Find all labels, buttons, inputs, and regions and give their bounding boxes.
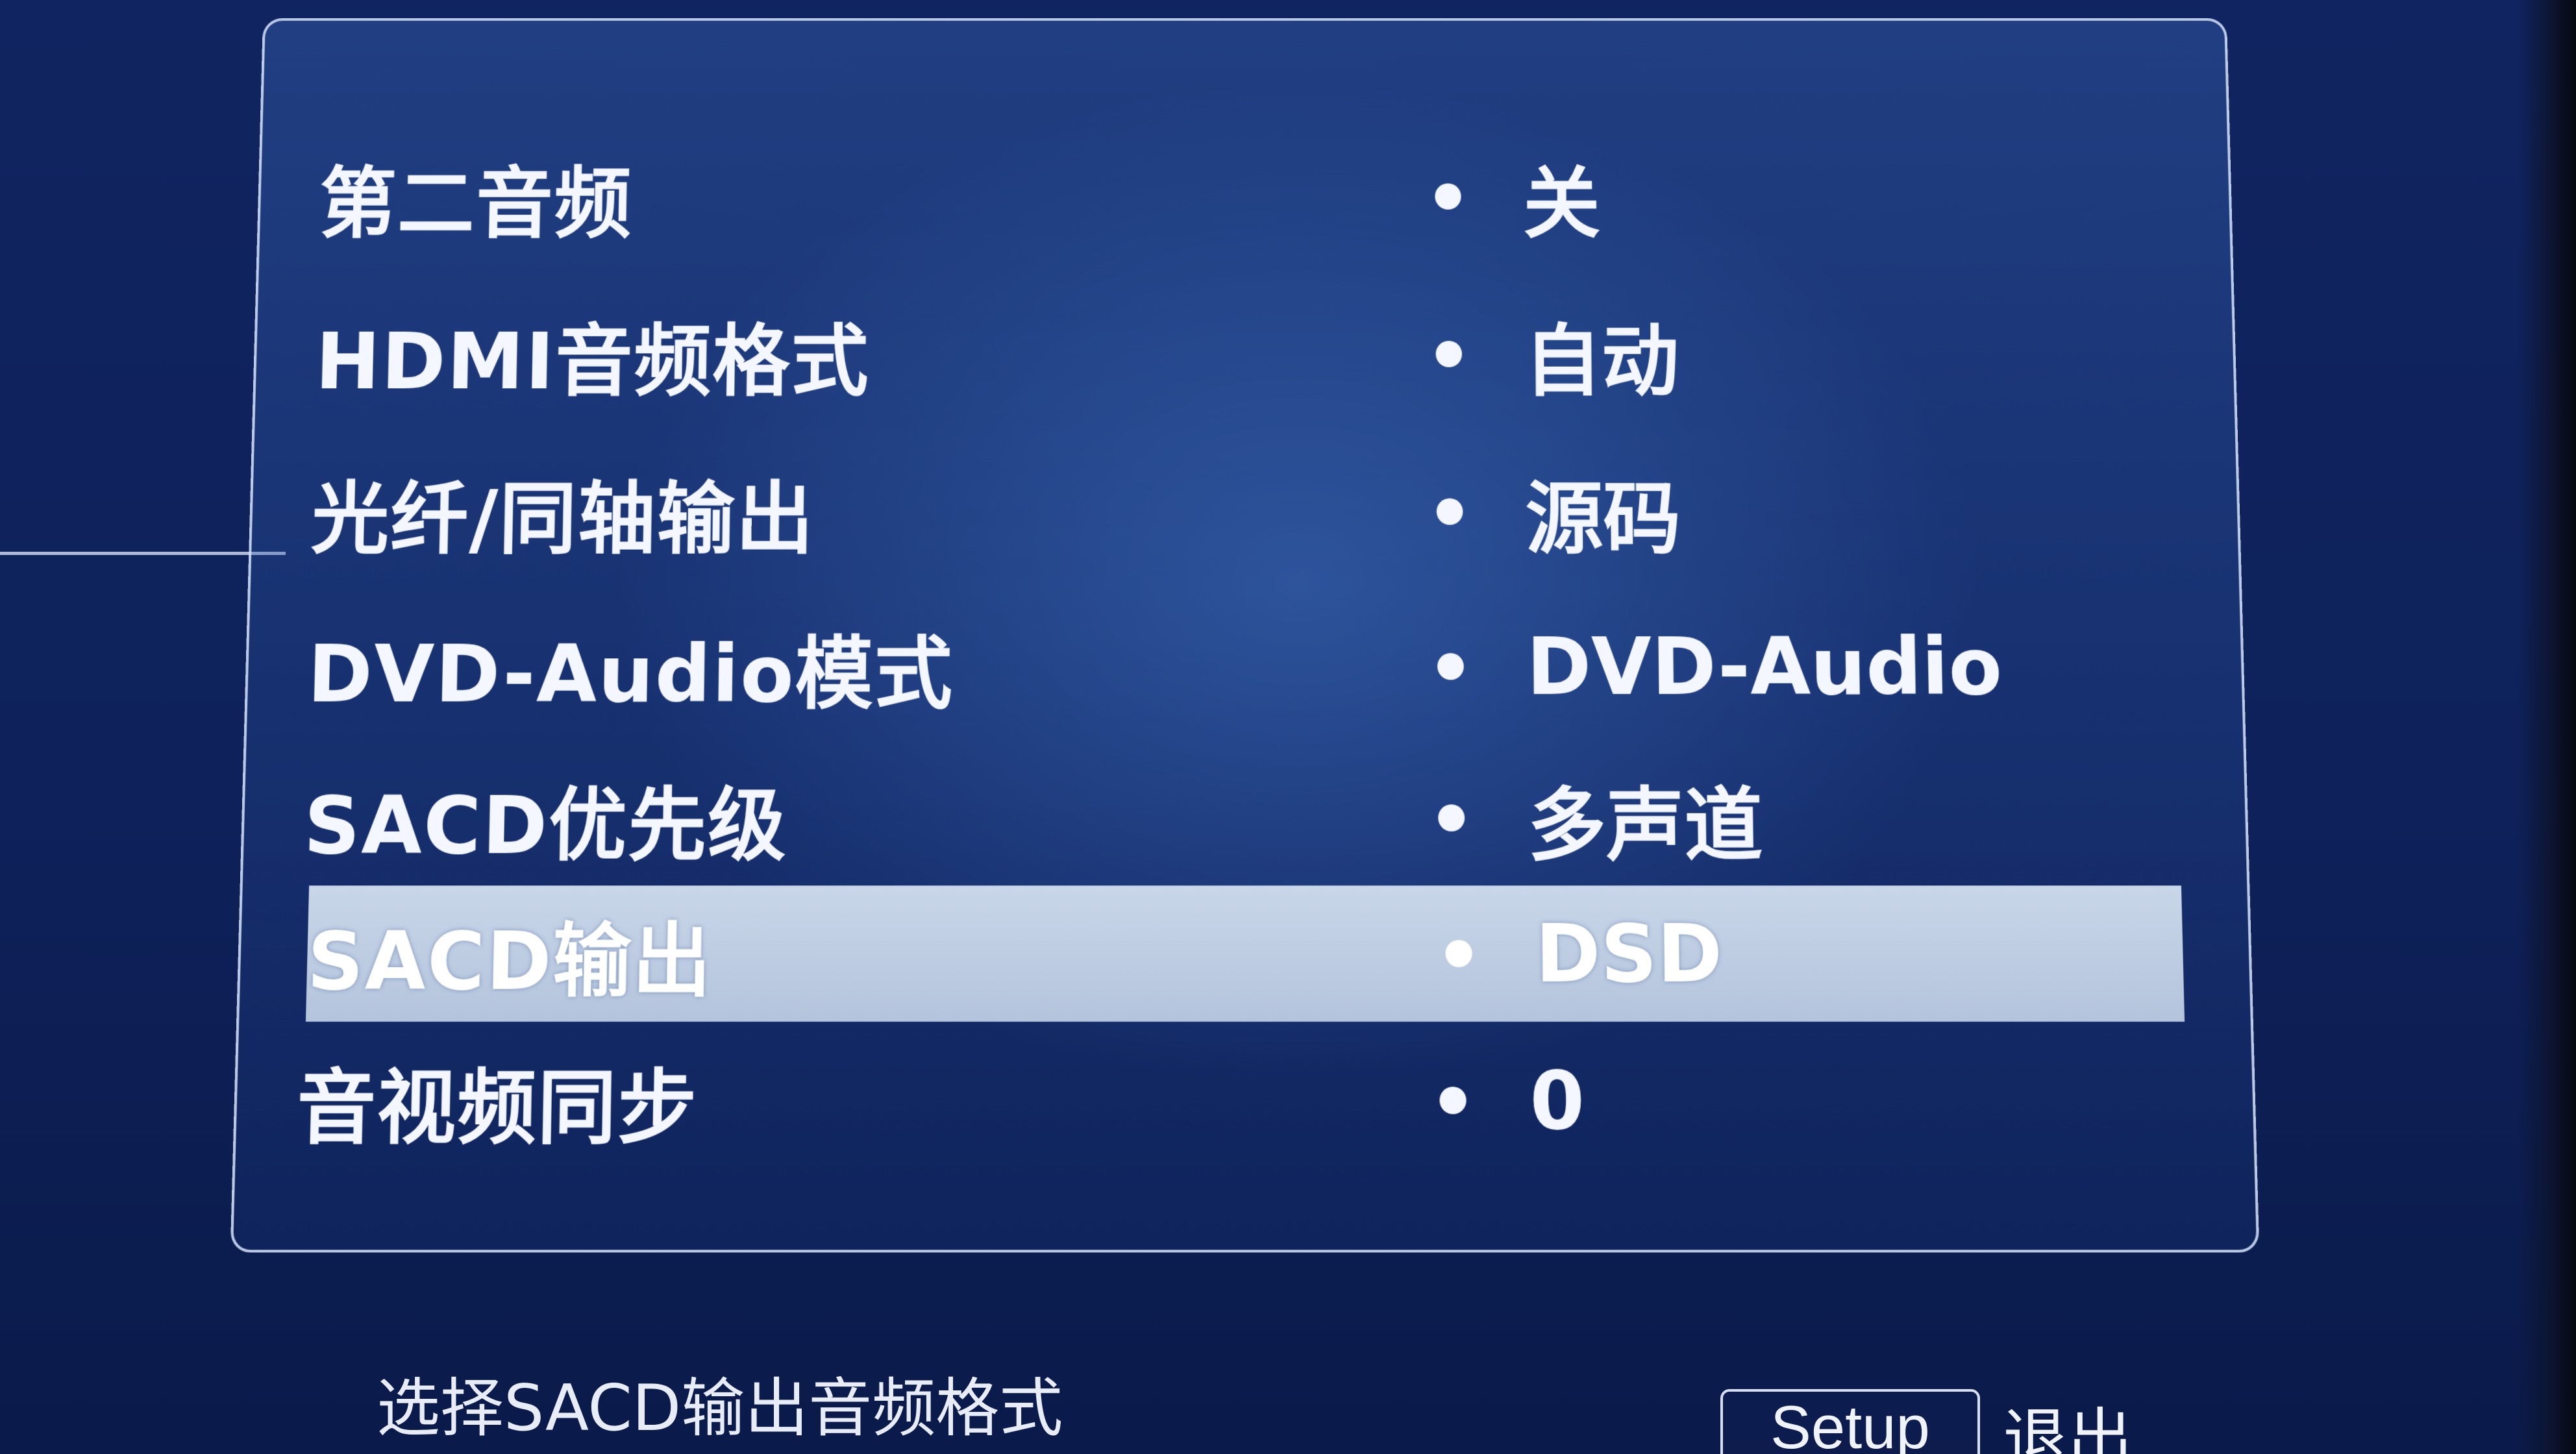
menu-row-value: 0 bbox=[1530, 1053, 1585, 1148]
menu-row-label: 光纤/同轴输出 bbox=[310, 455, 815, 569]
audio-settings-panel: 第二音频 关 HDMI音频格式 自动 光纤/同轴输出 源码 DVD-Audio模… bbox=[230, 18, 2260, 1253]
screen-bezel bbox=[2518, 0, 2576, 1454]
menu-row-label: DVD-Audio模式 bbox=[306, 610, 954, 724]
bullet-icon bbox=[1438, 804, 1465, 832]
menu-row-label: 第二音频 bbox=[318, 141, 634, 253]
menu-row-hdmi-audio-format[interactable]: HDMI音频格式 自动 bbox=[314, 288, 2181, 420]
bullet-icon bbox=[1436, 341, 1463, 367]
menu-row-value: DSD bbox=[1535, 907, 1722, 1001]
menu-row-label: SACD优先级 bbox=[303, 760, 788, 876]
menu-row-av-sync[interactable]: 音视频同步 0 bbox=[295, 1032, 2199, 1169]
setup-screen: 第二音频 关 HDMI音频格式 自动 光纤/同轴输出 源码 DVD-Audio模… bbox=[0, 0, 2576, 1454]
divider-line bbox=[0, 552, 286, 555]
bullet-icon bbox=[1437, 499, 1463, 525]
bullet-icon bbox=[1439, 1087, 1466, 1114]
menu-row-value: 关 bbox=[1522, 141, 1600, 253]
menu-row-optical-coax-output[interactable]: 光纤/同轴输出 源码 bbox=[310, 445, 2185, 578]
help-hint-text: 选择SACD输出音频格式 bbox=[377, 1357, 1063, 1449]
menu-row-value: 自动 bbox=[1524, 298, 1679, 411]
menu-row-value: 源码 bbox=[1525, 455, 1681, 569]
menu-row-sacd-priority[interactable]: SACD优先级 多声道 bbox=[303, 750, 2192, 885]
menu-row-value: DVD-Audio bbox=[1526, 621, 2003, 713]
setup-key-button[interactable]: Setup bbox=[1720, 1389, 1980, 1454]
menu-row-sacd-output[interactable]: SACD输出 DSD bbox=[306, 885, 2185, 1022]
exit-label: 退出 bbox=[2003, 1386, 2133, 1454]
bullet-icon bbox=[1435, 184, 1461, 210]
menu-row-secondary-audio[interactable]: 第二音频 关 bbox=[318, 131, 2177, 262]
bullet-icon bbox=[1437, 653, 1464, 680]
menu-row-label: 音视频同步 bbox=[295, 1042, 699, 1159]
bullet-icon bbox=[1445, 940, 1472, 967]
menu-row-label: HDMI音频格式 bbox=[314, 298, 871, 411]
menu-row-label: SACD输出 bbox=[306, 895, 713, 1011]
menu-row-dvd-audio-mode[interactable]: DVD-Audio模式 DVD-Audio bbox=[306, 600, 2189, 734]
menu-row-value: 多声道 bbox=[1528, 760, 1764, 876]
